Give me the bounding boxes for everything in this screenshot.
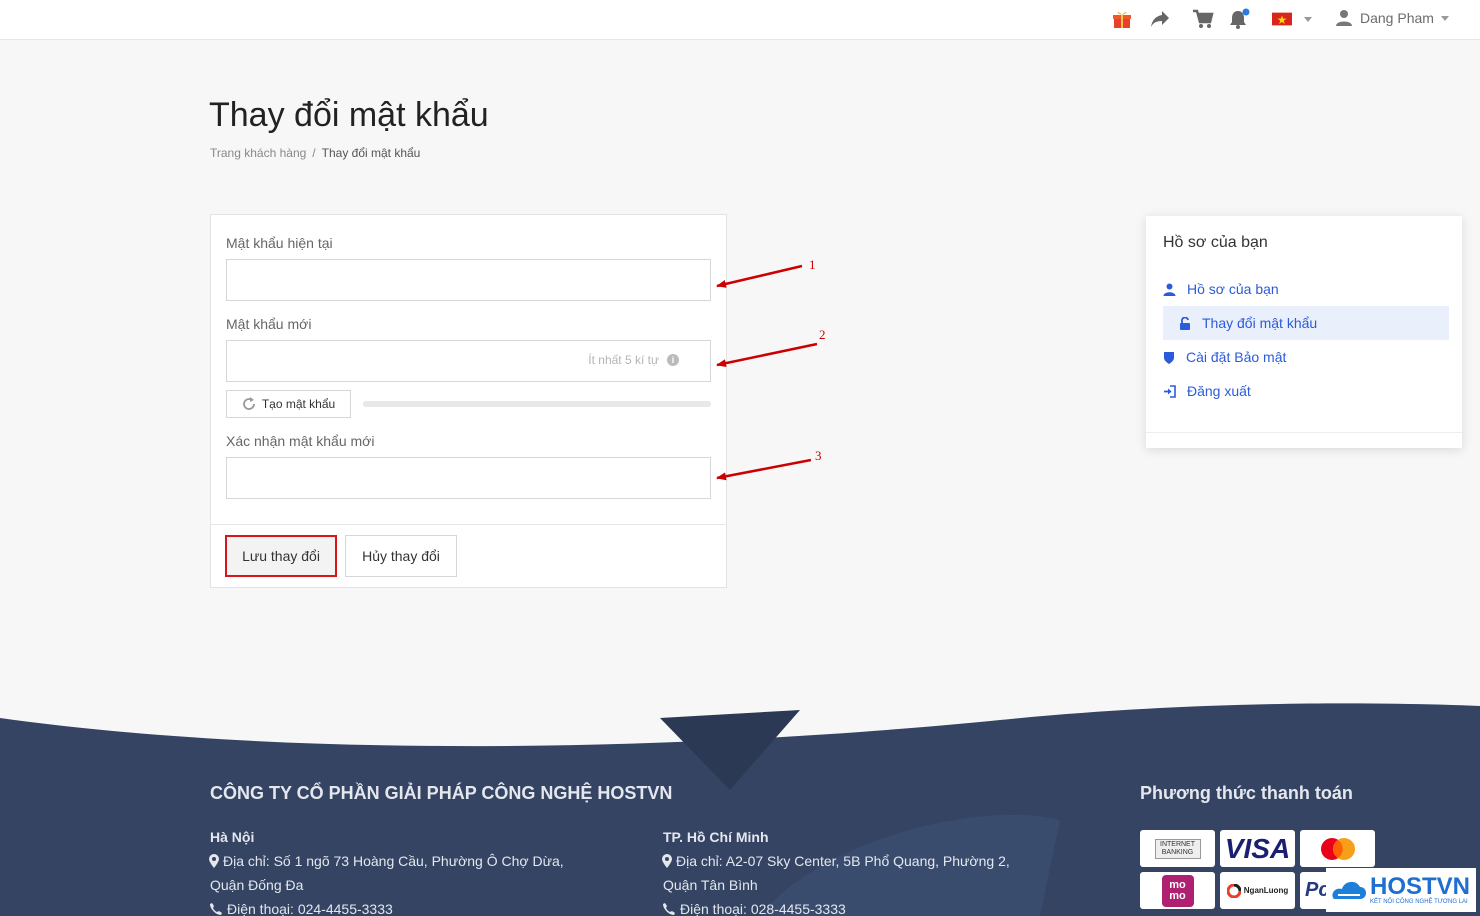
breadcrumb-separator: /: [312, 146, 316, 160]
annotation-arrow-1: [716, 264, 803, 288]
momo-logo: mo mo: [1140, 872, 1215, 909]
bell-icon[interactable]: [1228, 8, 1250, 30]
footer-hcm-address: Địa chỉ: A2-07 Sky Center, 5B Phổ Quang,…: [662, 853, 1010, 869]
footer-hanoi-address-2: Quận Đống Đa: [210, 877, 304, 893]
hostvn-logo: HOSTVN KẾT NỐI CÔNG NGHỆ TƯƠNG LAI: [1326, 868, 1476, 912]
sidebar-item-label: Thay đổi mật khẩu: [1202, 315, 1318, 331]
annotation-arrow-3: [716, 458, 812, 481]
new-password-input[interactable]: [226, 340, 711, 382]
current-password-input[interactable]: [226, 259, 711, 301]
sidebar-item-change-password[interactable]: Thay đổi mật khẩu: [1163, 306, 1449, 340]
user-menu[interactable]: Dang Pham: [1335, 6, 1449, 30]
sidebar-item-label: Cài đặt Bảo mật: [1186, 349, 1287, 365]
breadcrumb-home-link[interactable]: Trang khách hàng: [210, 146, 306, 160]
sidebar-item-logout[interactable]: Đăng xuất: [1163, 375, 1251, 407]
footer-payment-title: Phương thức thanh toán: [1140, 783, 1353, 803]
breadcrumb: Trang khách hàng / Thay đổi mật khẩu: [210, 146, 420, 160]
footer-hcm-phone: Điện thoại: 028-4455-3333: [662, 901, 846, 916]
footer-company-name: CÔNG TY CỔ PHẦN GIẢI PHÁP CÔNG NGHỆ HOST…: [210, 783, 673, 803]
vietnam-flag-icon: [1272, 12, 1292, 26]
profile-sidebar: Hồ sơ của bạn Hồ sơ của bạn Thay đổi mật…: [1146, 216, 1462, 448]
mastercard-logo: [1300, 830, 1375, 867]
lock-icon: [1180, 316, 1190, 330]
footer-hanoi-address: Địa chỉ: Số 1 ngõ 73 Hoàng Cầu, Phường Ô…: [209, 853, 564, 869]
user-name: Dang Pham: [1360, 10, 1434, 26]
sidebar-item-security[interactable]: Cài đặt Bảo mật: [1163, 341, 1286, 373]
brand-tagline: KẾT NỐI CÔNG NGHỆ TƯƠNG LAI: [1370, 899, 1468, 905]
cart-icon[interactable]: [1192, 8, 1214, 30]
brand-name: HOSTVN: [1370, 873, 1471, 900]
chevron-down-icon: [1304, 16, 1312, 22]
generate-password-label: Tạo mật khẩu: [261, 397, 336, 411]
phone-icon: [210, 903, 222, 915]
phone-icon: [663, 903, 675, 915]
annotation-number-2: 2: [819, 327, 826, 342]
page-title: Thay đổi mật khẩu: [209, 96, 489, 134]
new-password-label: Mật khẩu mới: [226, 316, 312, 332]
cancel-button[interactable]: Hủy thay đổi: [345, 535, 457, 577]
sidebar-title: Hồ sơ của bạn: [1163, 234, 1268, 251]
save-button[interactable]: Lưu thay đổi: [225, 535, 337, 577]
annotation-number-1: 1: [809, 257, 816, 272]
language-selector[interactable]: [1272, 8, 1312, 30]
breadcrumb-current: Thay đổi mật khẩu: [321, 146, 421, 160]
confirm-password-label: Xác nhận mật khẩu mới: [226, 433, 375, 449]
generate-password-button[interactable]: Tạo mật khẩu: [226, 390, 351, 418]
gift-icon[interactable]: [1111, 8, 1133, 30]
footer-hcm-address-2: Quận Tân Bình: [663, 877, 758, 893]
sidebar-item-label: Đăng xuất: [1187, 383, 1251, 399]
nganluong-logo: NganLuong: [1220, 872, 1295, 909]
refresh-icon: [242, 397, 255, 410]
map-marker-icon: [209, 854, 219, 868]
confirm-password-input[interactable]: [226, 457, 711, 499]
top-bar: Dang Pham: [0, 0, 1480, 40]
sidebar-item-profile[interactable]: Hồ sơ của bạn: [1163, 273, 1279, 305]
password-strength-bar: [363, 401, 711, 407]
chevron-down-icon: [1440, 15, 1449, 21]
form-divider: [211, 524, 726, 525]
internet-banking-logo: INTERNET BANKING: [1140, 830, 1215, 867]
user-icon: [1336, 10, 1352, 26]
cloud-logo-icon: [1332, 881, 1366, 899]
share-icon[interactable]: [1149, 8, 1171, 30]
shield-icon: [1164, 351, 1174, 364]
annotation-arrow-2: [716, 342, 818, 368]
annotation-number-3: 3: [815, 448, 822, 463]
footer-hanoi-title: Hà Nội: [210, 829, 255, 845]
footer-hanoi-phone: Điện thoại: 024-4455-3333: [209, 901, 393, 916]
map-marker-icon: [662, 854, 672, 868]
change-password-form: Mật khẩu hiện tại Mật khẩu mới Ít nhất 5…: [210, 214, 727, 588]
footer-hcm-title: TP. Hồ Chí Minh: [663, 829, 769, 845]
sign-out-icon: [1164, 384, 1176, 398]
sidebar-item-label: Hồ sơ của bạn: [1187, 281, 1279, 297]
sidebar-divider: [1146, 432, 1462, 433]
visa-logo: VISA: [1220, 830, 1295, 867]
current-password-label: Mật khẩu hiện tại: [226, 235, 333, 251]
user-icon: [1163, 283, 1176, 296]
